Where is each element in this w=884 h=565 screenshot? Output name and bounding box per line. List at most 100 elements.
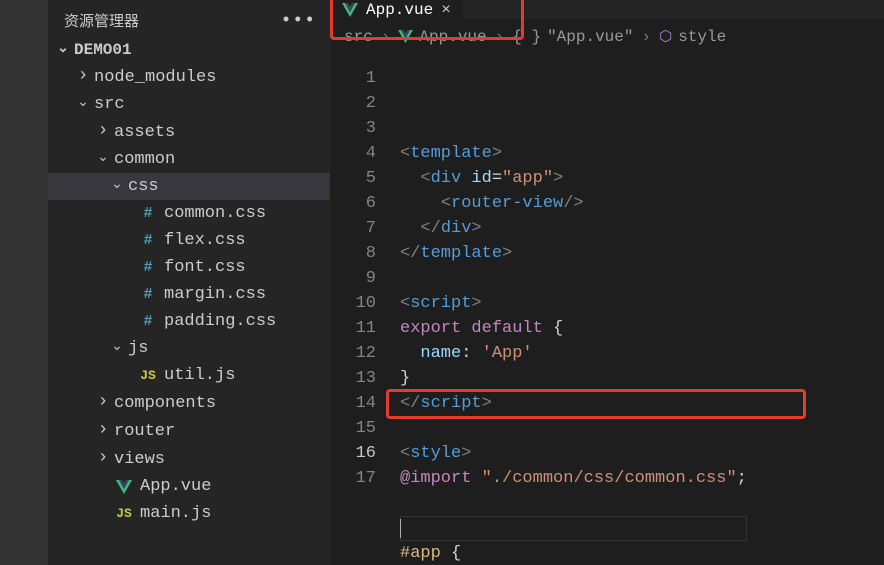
tree-item[interactable]: assets — [48, 118, 330, 146]
tree-item-label: src — [94, 95, 125, 114]
code-line[interactable]: name: 'App' — [400, 341, 747, 366]
chevron-down-icon — [96, 151, 110, 168]
tree-item-label: components — [114, 394, 216, 413]
tree-item-label: views — [114, 450, 165, 469]
chevron-down-icon — [110, 178, 124, 195]
tree-item-label: App.vue — [140, 477, 211, 496]
braces-icon: { } — [512, 28, 541, 46]
vue-icon — [114, 480, 134, 494]
line-number: 10 — [330, 291, 376, 316]
minimap[interactable] — [747, 54, 803, 565]
code-line[interactable]: </template> — [400, 241, 747, 266]
tree-item-label: node_modules — [94, 68, 216, 87]
tree-item[interactable]: # margin.css — [48, 281, 330, 308]
tree-item[interactable]: JSmain.js — [48, 500, 330, 527]
line-number: 4 — [330, 141, 376, 166]
tab-app-vue[interactable]: App.vue × — [330, 0, 463, 19]
line-number: 1 — [330, 66, 376, 91]
chevron-right-icon — [76, 67, 90, 87]
tree-item[interactable]: js — [48, 335, 330, 362]
code-line[interactable]: </script> — [400, 391, 747, 416]
app-root: 资源管理器 ••• DEMO01 node_modulessrcassetsco… — [0, 0, 884, 565]
code-line[interactable] — [400, 416, 747, 441]
code-line[interactable]: <style> — [400, 441, 747, 466]
chevron-down-icon — [56, 42, 70, 59]
chevron-right-icon — [96, 449, 110, 469]
chevron-right-icon — [96, 122, 110, 142]
tree-item[interactable]: node_modules — [48, 63, 330, 91]
line-number: 6 — [330, 191, 376, 216]
code-line[interactable]: <router-view/> — [400, 191, 747, 216]
tree-item-label: assets — [114, 123, 175, 142]
line-number: 9 — [330, 266, 376, 291]
sidebar-header: 资源管理器 ••• — [48, 0, 330, 37]
css-file-icon: # — [138, 205, 158, 222]
tree-item[interactable]: components — [48, 389, 330, 417]
line-number: 11 — [330, 316, 376, 341]
tree-item[interactable]: #flex.css — [48, 227, 330, 254]
chevron-right-icon — [96, 421, 110, 441]
breadcrumbs[interactable]: src › App.vue › { } "App.vue" › ⬡ style — [330, 19, 884, 54]
tree-item[interactable]: # font.css — [48, 254, 330, 281]
code-editor[interactable]: 1234567891011121314151617 <template> <di… — [330, 54, 884, 565]
tree-item-label: css — [128, 177, 159, 196]
tree-item-label: util.js — [164, 366, 235, 385]
css-file-icon: # — [138, 286, 158, 303]
line-number: 12 — [330, 341, 376, 366]
file-tree: node_modulessrc assets common css # common.cs… — [48, 63, 330, 565]
tree-item-label: font.css — [164, 258, 246, 277]
editor-area: App.vue × src › App.vue › { } "App.vue" … — [330, 0, 884, 565]
tab-bar: App.vue × — [330, 0, 884, 19]
tree-item[interactable]: src — [48, 91, 330, 118]
project-header[interactable]: DEMO01 — [48, 37, 330, 63]
tree-item-label: js — [128, 339, 148, 358]
line-number: 17 — [330, 466, 376, 491]
line-number: 7 — [330, 216, 376, 241]
tree-item[interactable]: css — [48, 173, 330, 200]
tree-item-label: margin.css — [164, 285, 266, 304]
code-line[interactable] — [400, 266, 747, 291]
css-file-icon: # — [138, 313, 158, 330]
tree-item[interactable]: router — [48, 417, 330, 445]
js-file-icon: JS — [138, 368, 158, 383]
tree-item[interactable]: App.vue — [48, 473, 330, 500]
code-line[interactable]: @import "./common/css/common.css"; — [400, 466, 747, 491]
code-content[interactable]: <template> <div id="app"> <router-view/>… — [392, 54, 747, 565]
tree-item[interactable]: JS util.js — [48, 362, 330, 389]
activity-bar[interactable] — [0, 0, 48, 565]
line-number: 13 — [330, 366, 376, 391]
code-line[interactable]: </div> — [400, 216, 747, 241]
css-file-icon: # — [138, 232, 158, 249]
tree-item-label: router — [114, 422, 175, 441]
line-number: 3 — [330, 116, 376, 141]
tree-item[interactable]: views — [48, 445, 330, 473]
code-line[interactable]: #app { — [400, 541, 747, 565]
chevron-down-icon — [110, 340, 124, 357]
code-line[interactable]: export default { — [400, 316, 747, 341]
crumb-symbol: ⬡ style — [659, 27, 726, 46]
chevron-right-icon: › — [495, 28, 505, 46]
line-number: 14 — [330, 391, 376, 416]
code-line[interactable]: <script> — [400, 291, 747, 316]
tab-label: App.vue — [366, 1, 433, 19]
line-number: 2 — [330, 91, 376, 116]
tree-item[interactable]: # common.css — [48, 200, 330, 227]
chevron-right-icon: › — [641, 28, 651, 46]
line-number: 5 — [330, 166, 376, 191]
css-file-icon: # — [138, 259, 158, 276]
code-line[interactable]: } — [400, 366, 747, 391]
crumb-src: src — [344, 28, 373, 46]
tree-item[interactable]: common — [48, 146, 330, 173]
code-line[interactable] — [400, 516, 747, 541]
code-line[interactable]: <template> — [400, 141, 747, 166]
tree-item[interactable]: #padding.css — [48, 308, 330, 335]
tree-item-label: common — [114, 150, 175, 169]
code-line[interactable] — [400, 491, 747, 516]
close-icon[interactable]: × — [441, 1, 451, 19]
crumb-file: App.vue — [398, 28, 486, 46]
more-actions-icon[interactable]: ••• — [281, 16, 316, 26]
code-line[interactable]: <div id="app"> — [400, 166, 747, 191]
tree-item-label: common.css — [164, 204, 266, 223]
vue-icon — [398, 30, 413, 43]
crumb-scope: { } "App.vue" — [512, 28, 633, 46]
